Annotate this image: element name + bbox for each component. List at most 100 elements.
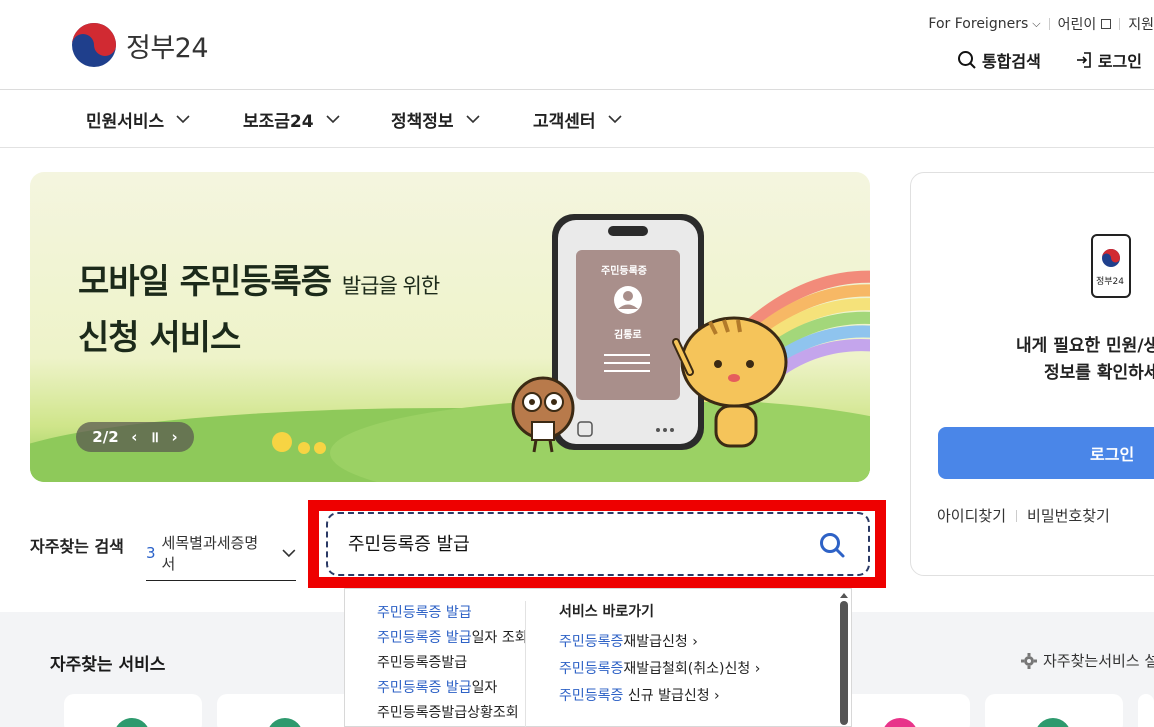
logo-text: 정부24 — [126, 32, 209, 64]
login-icon — [1076, 52, 1091, 68]
shortcut-match: 주민등록증 — [559, 661, 624, 677]
service-shortcut-list: 주민등록증재발급신청 › 주민등록증재발급철회(취소)신청 › 주민등록증 신규… — [559, 629, 760, 710]
banner-title-small: 발급을 위한 — [341, 274, 440, 298]
divider — [1048, 18, 1050, 30]
suggestion-rest: 일자 — [471, 680, 498, 696]
search-icon — [957, 51, 976, 69]
frequent-search-label: 자주찾는 검색 — [30, 537, 124, 556]
find-id-link[interactable]: 아이디찾기 — [937, 505, 1006, 526]
service-shortcut-item[interactable]: 주민등록증 신규 발급신청 › — [559, 683, 760, 710]
divider — [1119, 18, 1121, 30]
integrated-search-button[interactable]: 통합검색 — [957, 48, 1041, 72]
shortcut-rest: 신규 발급신청 — [623, 688, 710, 704]
suggestion-rest: 주민등록증발급 — [377, 655, 468, 671]
login-message-line: 내게 필요한 민원/생 — [1016, 336, 1154, 356]
utility-links: For Foreigners ⌵ 어린이 지원 — [928, 14, 1154, 34]
service-card[interactable] — [1138, 694, 1154, 727]
service-card[interactable] — [832, 694, 970, 727]
chevron-right-icon: › — [692, 634, 698, 650]
nav-label: 고객센터 — [533, 112, 596, 132]
id-card-label: 주민등록증 — [601, 266, 647, 277]
search-box — [326, 512, 870, 576]
header-login-button[interactable]: 로그인 — [1075, 48, 1142, 72]
frequent-services-title: 자주찾는 서비스 — [50, 655, 166, 675]
shortcut-match: 주민등록증 — [559, 634, 624, 650]
frequent-services-settings[interactable]: 자주찾는서비스 설 — [1020, 650, 1154, 671]
suggestion-item[interactable]: 주민등록증 발급일자 조회 — [377, 626, 528, 651]
frequent-search-select[interactable]: 3 세목별과세증명서 — [146, 532, 296, 581]
service-card[interactable] — [64, 694, 202, 727]
banner-pause-icon[interactable]: ॥ — [150, 427, 159, 447]
divider — [525, 601, 526, 727]
external-link-icon — [1101, 19, 1112, 29]
chevron-right-icon: › — [754, 661, 761, 677]
banner-title-line2: 신청 서비스 — [78, 318, 241, 358]
integrated-search-label: 통합검색 — [981, 52, 1041, 71]
service-card[interactable] — [217, 694, 355, 727]
search-input[interactable] — [348, 532, 788, 553]
autocomplete-dropdown: 주민등록증 발급 주민등록증 발급일자 조회 주민등록증발급 주민등록증 발급일… — [344, 588, 852, 727]
chevron-right-icon: › — [714, 688, 720, 704]
service-icon — [114, 718, 150, 727]
service-icon — [267, 718, 303, 727]
service-shortcut-item[interactable]: 주민등록증재발급신청 › — [559, 629, 760, 656]
service-icon — [1035, 718, 1071, 727]
chevron-down-icon — [326, 115, 340, 124]
nav-customer-center[interactable]: 고객센터 — [533, 107, 622, 132]
site-logo[interactable]: 정부24 — [70, 22, 209, 68]
owl-character-illustration — [511, 376, 575, 453]
suggestion-match: 주민등록증 발급 — [377, 680, 472, 696]
search-button-icon[interactable] — [818, 531, 846, 559]
account-find-links: 아이디찾기 비밀번호찾기 — [937, 505, 1110, 526]
suggestion-match: 주민등록증 발급 — [377, 630, 472, 646]
login-message-line: 정보를 확인하세 — [1044, 363, 1154, 383]
find-password-link[interactable]: 비밀번호찾기 — [1027, 505, 1110, 526]
shortcut-rest: 재발급신청 — [623, 634, 688, 650]
nav-civil-services[interactable]: 민원서비스 — [86, 107, 190, 132]
squirrel-character-illustration — [672, 316, 788, 448]
id-card-name: 김통로 — [614, 330, 642, 341]
support-link[interactable]: 지원 — [1128, 14, 1154, 34]
shortcut-rest: 재발급철회(취소)신청 — [623, 661, 751, 677]
chevron-down-icon — [176, 115, 190, 124]
service-card[interactable] — [985, 694, 1123, 727]
chevron-down-icon — [282, 548, 296, 557]
nav-subsidy24[interactable]: 보조금24 — [243, 107, 340, 132]
scrollbar-thumb[interactable] — [840, 601, 848, 725]
suggestion-rest: 일자 조회 — [471, 630, 528, 646]
banner-next-icon[interactable]: › — [172, 428, 178, 446]
chevron-down-icon — [607, 115, 622, 124]
chevron-down-icon — [465, 115, 480, 124]
nav-policy-info[interactable]: 정책정보 — [391, 107, 480, 132]
for-foreigners-link[interactable]: For Foreigners — [928, 16, 1028, 32]
taeguk-logo-icon — [1102, 249, 1120, 267]
taeguk-logo-icon — [72, 23, 116, 67]
site-header: 정부24 For Foreigners ⌵ 어린이 지원 통합검색 로그인 — [0, 0, 1154, 90]
banner-title-main: 모바일 주민등록증 — [78, 262, 332, 302]
banner-title: 모바일 주민등록증 발급을 위한 신청 서비스 — [78, 256, 440, 364]
chevron-down-icon: ⌵ — [1032, 17, 1041, 30]
banner-pager: 2/2 ‹ ॥ › — [76, 422, 194, 452]
divider — [1016, 509, 1018, 522]
mobile-app-icon: 정부24 — [1091, 234, 1131, 298]
suggestion-item[interactable]: 주민등록증 발급 — [377, 601, 528, 626]
mobile-app-label: 정부24 — [1096, 277, 1125, 287]
suggestion-item[interactable]: 주민등록증 발급일자 — [377, 676, 528, 701]
kids-link[interactable]: 어린이 — [1058, 14, 1097, 34]
banner-prev-icon[interactable]: ‹ — [131, 428, 137, 446]
suggestion-item[interactable]: 주민등록증발급상황조회 — [377, 701, 528, 726]
gear-icon — [1021, 652, 1037, 669]
suggestion-match: 주민등록증 발급 — [377, 605, 472, 621]
login-message: 내게 필요한 민원/생 정보를 확인하세 — [1016, 333, 1154, 387]
login-card: 정부24 내게 필요한 민원/생 정보를 확인하세 로그인 아이디찾기 비밀번호… — [910, 172, 1154, 576]
nav-label: 민원서비스 — [86, 112, 165, 132]
suggestion-rest: 주민등록증발급상황조회 — [377, 705, 519, 721]
hero-banner[interactable]: 주민등록증 김통로 모바일 주민등록증 발급을 위한 신청 서비스 2/2 ‹ … — [30, 172, 870, 482]
main-navigation: 민원서비스 보조금24 정책정보 고객센터 — [0, 90, 1154, 148]
nav-label: 보조금24 — [243, 112, 314, 132]
service-icon — [882, 718, 918, 727]
service-shortcut-item[interactable]: 주민등록증재발급철회(취소)신청 › — [559, 656, 760, 683]
settings-label: 자주찾는서비스 설 — [1043, 652, 1154, 670]
login-button[interactable]: 로그인 — [938, 427, 1154, 479]
suggestion-item[interactable]: 주민등록증발급 — [377, 651, 528, 676]
